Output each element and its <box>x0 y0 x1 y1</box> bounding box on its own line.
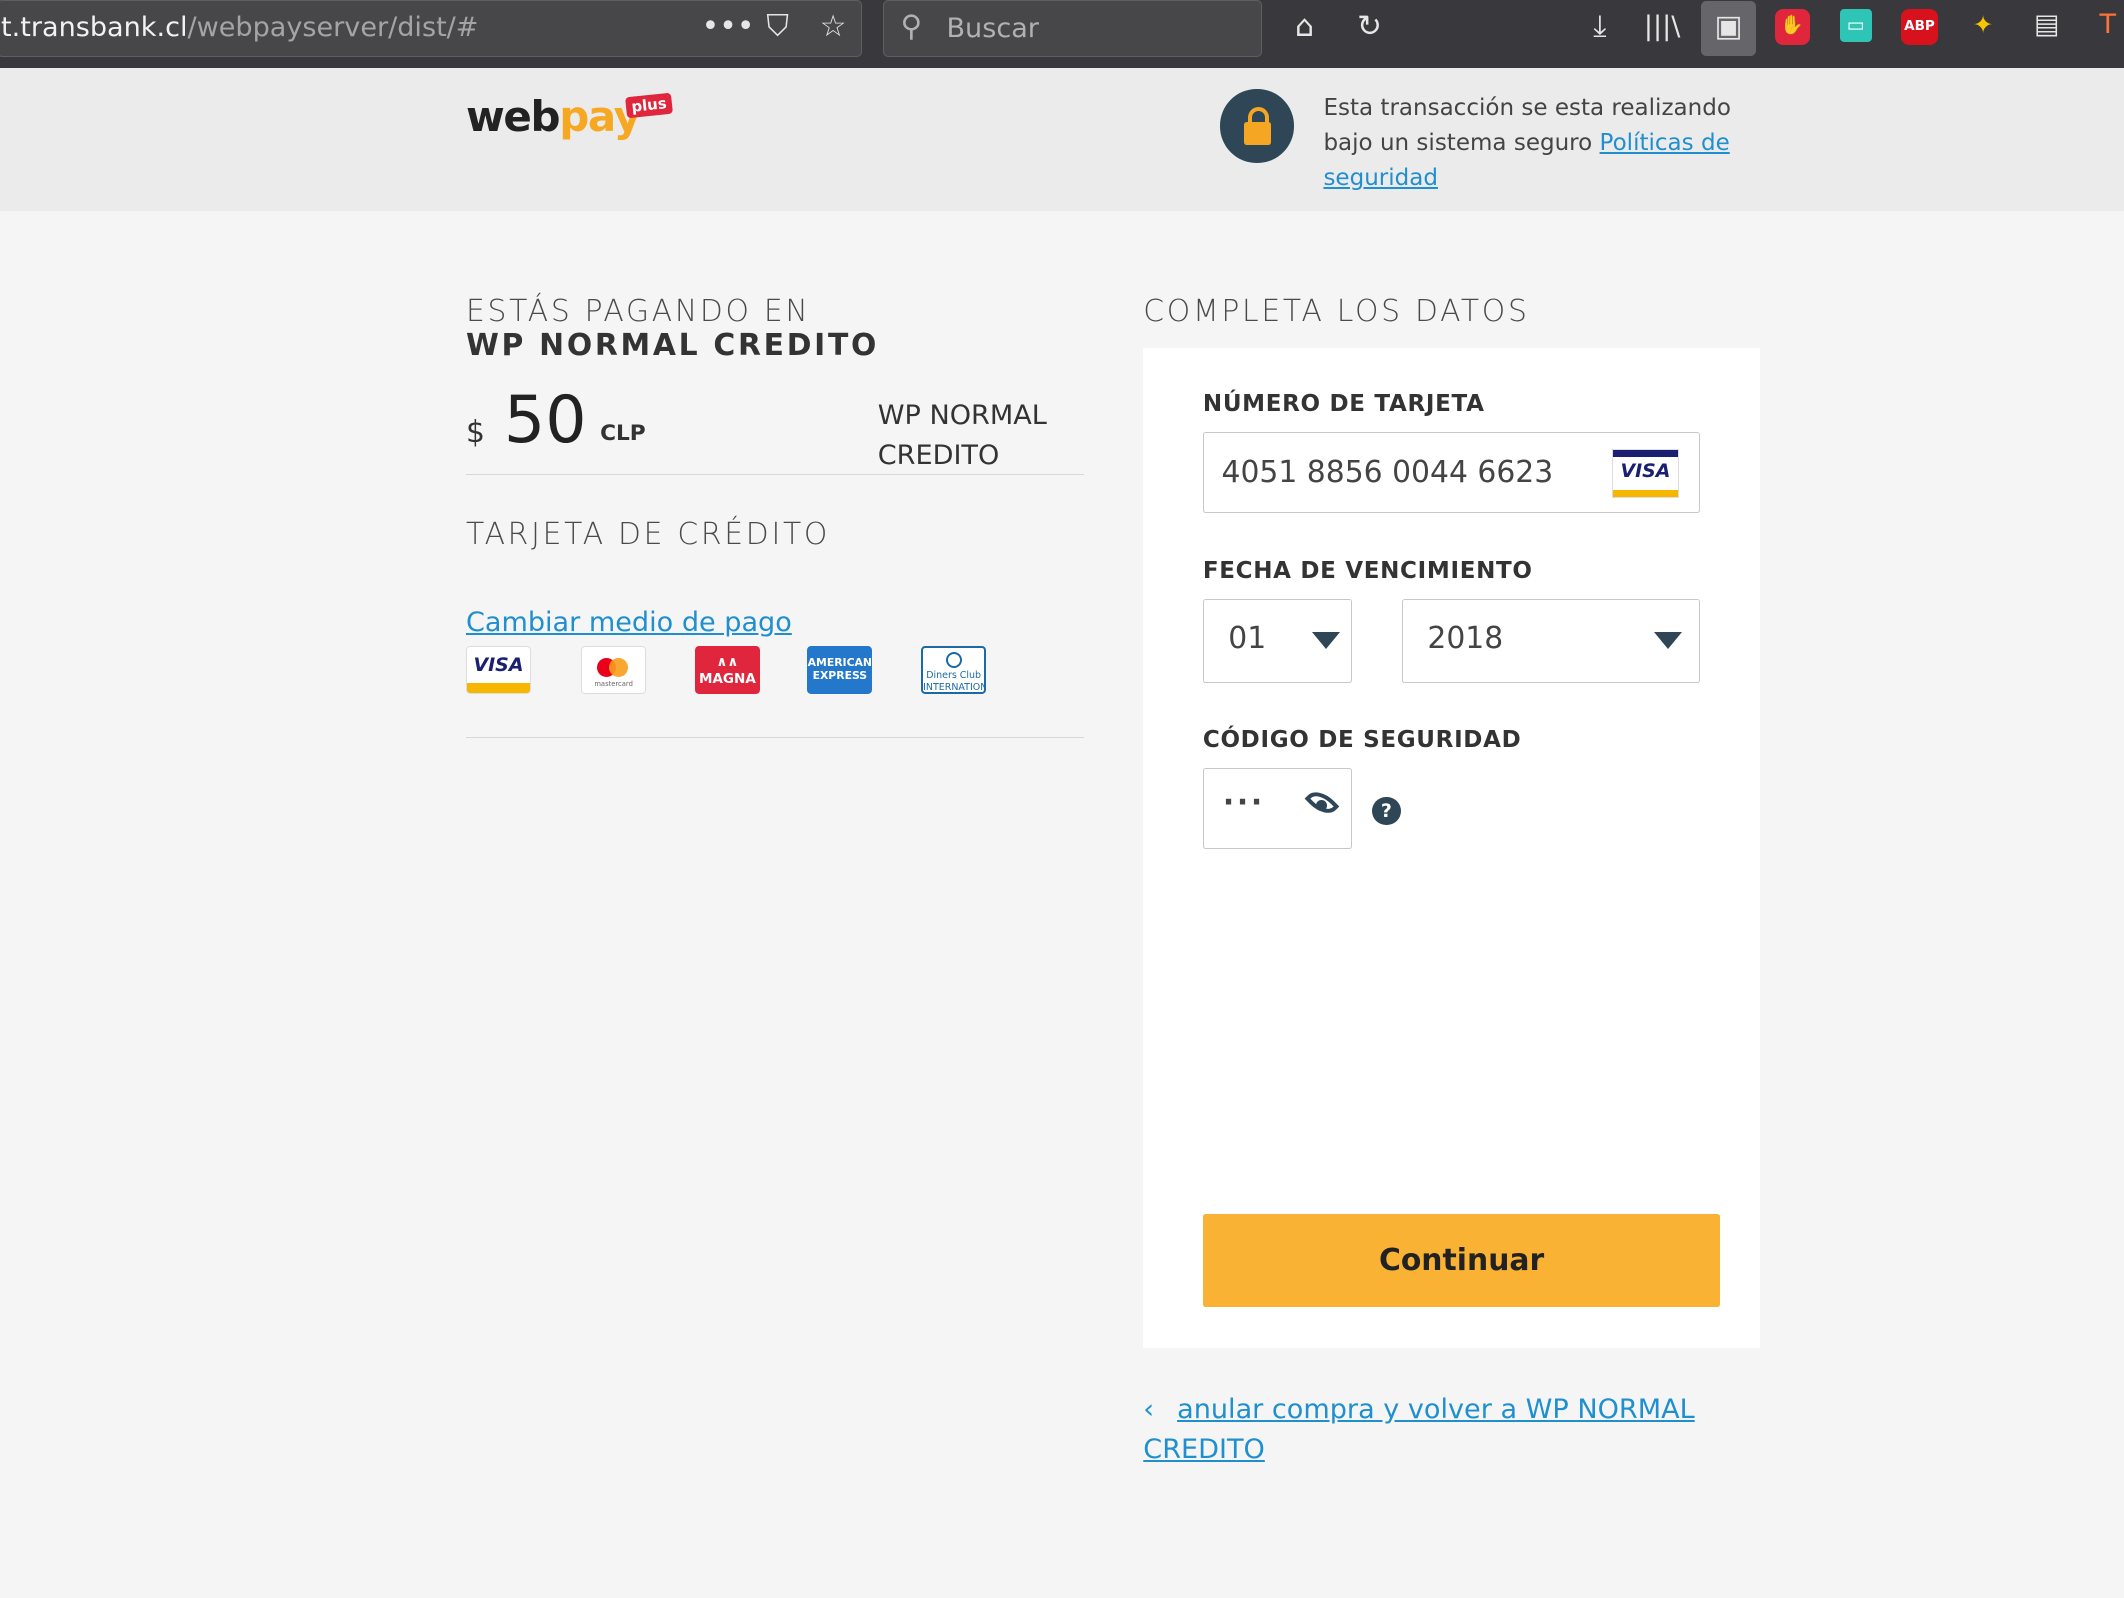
logo-plus-badge: plus <box>624 92 673 118</box>
amex-logo: AMERICAN EXPRESS <box>807 646 873 694</box>
logo-web: web <box>465 92 561 142</box>
browser-toolbar: t.transbank.cl/webpayserver/dist/# ••• ⛉… <box>0 0 2124 68</box>
change-payment-method-link[interactable]: Cambiar medio de pago <box>466 607 792 638</box>
pocket-icon[interactable]: ⛉ <box>760 10 795 44</box>
search-icon: ⚲ <box>900 9 923 45</box>
magna-logo: ∧∧ MAGNA <box>694 646 760 694</box>
adblock-plus-icon[interactable]: ABP <box>1900 9 1939 45</box>
expiry-month-value: 01 <box>1228 621 1267 657</box>
webpay-logo: webpay plus <box>465 92 673 142</box>
lock-icon <box>1220 89 1294 163</box>
cvv-help-icon[interactable]: ? <box>1372 796 1401 825</box>
url-host: t.transbank.cl <box>1 11 188 43</box>
visa-logo: VISA <box>465 646 531 694</box>
cvv-input[interactable]: ··· <box>1202 768 1352 850</box>
bookmark-star-icon[interactable]: ☆ <box>815 10 850 44</box>
chevron-left-icon: ‹ <box>1143 1393 1155 1425</box>
magna-label: MAGNA <box>698 670 756 687</box>
extension-icon[interactable]: ✦ <box>1967 9 2000 42</box>
payment-method-label: TARJETA DE CRÉDITO <box>465 517 831 553</box>
cancel-purchase-text[interactable]: anular compra y volver a WP NORMAL CREDI… <box>1143 1394 1694 1466</box>
card-number-label: NÚMERO DE TARJETA <box>1202 391 1485 418</box>
amount-value: 50 <box>503 383 587 459</box>
overflow-icon[interactable]: T <box>2094 9 2121 42</box>
merchant-side-name: WP NORMAL CREDITO <box>877 399 1047 472</box>
url-path: /webpayserver/dist/# <box>187 11 479 43</box>
home-icon[interactable]: ⌂ <box>1287 10 1322 44</box>
currency-symbol: $ <box>465 414 485 450</box>
sidebar-icon: ▣ <box>1714 8 1743 44</box>
continue-button[interactable]: Continuar <box>1202 1213 1721 1308</box>
divider <box>465 736 1084 739</box>
search-placeholder: Buscar <box>946 13 1039 45</box>
diners-logo: Diners Club INTERNATIONAL <box>921 646 987 694</box>
save-extension-icon[interactable]: ▭ <box>1839 9 1873 42</box>
divider <box>465 474 1084 476</box>
expiry-month-select[interactable]: 01 <box>1202 598 1352 683</box>
merchant-name: WP NORMAL CREDITO <box>465 327 880 363</box>
card-number-value: 4051 8856 0044 6623 <box>1221 454 1554 490</box>
library-icon[interactable]: |||\ <box>1643 11 1681 44</box>
expiry-year-select[interactable]: 2018 <box>1402 598 1700 683</box>
security-notice: Esta transacción se esta realizando bajo… <box>1323 91 1756 197</box>
sidebar-toggle-button[interactable]: ▣ <box>1701 1 1756 56</box>
cvv-masked-value: ··· <box>1222 785 1265 821</box>
download-icon[interactable]: ⤓ <box>1582 10 1617 44</box>
mastercard-label: mastercard <box>594 679 633 688</box>
url-text: t.transbank.cl/webpayserver/dist/# <box>1 12 479 43</box>
window-icon[interactable]: ▤ <box>2029 9 2064 42</box>
paying-label: ESTÁS PAGANDO EN <box>465 293 811 329</box>
diners-label: Diners Club INTERNATIONAL <box>923 669 987 693</box>
chevron-down-icon <box>1312 632 1341 649</box>
cvv-label: CÓDIGO DE SEGURIDAD <box>1202 727 1522 754</box>
search-bar[interactable]: ⚲ Buscar <box>883 0 1263 57</box>
currency-code: CLP <box>600 421 646 447</box>
cancel-purchase-link[interactable]: ‹ anular compra y volver a WP NORMAL CRE… <box>1143 1390 1712 1471</box>
form-title: COMPLETA LOS DATOS <box>1143 293 1530 329</box>
card-number-input[interactable]: 4051 8856 0044 6623 VISA <box>1202 432 1700 514</box>
page-actions-icon[interactable]: ••• <box>702 10 755 44</box>
expiry-year-value: 2018 <box>1427 621 1504 657</box>
visa-card-icon: VISA <box>1611 449 1680 499</box>
mastercard-logo: mastercard <box>581 646 647 694</box>
chevron-down-icon <box>1653 632 1682 649</box>
site-header: webpay plus <box>0 67 2124 212</box>
ublock-icon[interactable]: ✋ <box>1774 9 1810 45</box>
expiry-label: FECHA DE VENCIMIENTO <box>1202 558 1533 585</box>
reload-icon[interactable]: ↻ <box>1352 10 1387 44</box>
